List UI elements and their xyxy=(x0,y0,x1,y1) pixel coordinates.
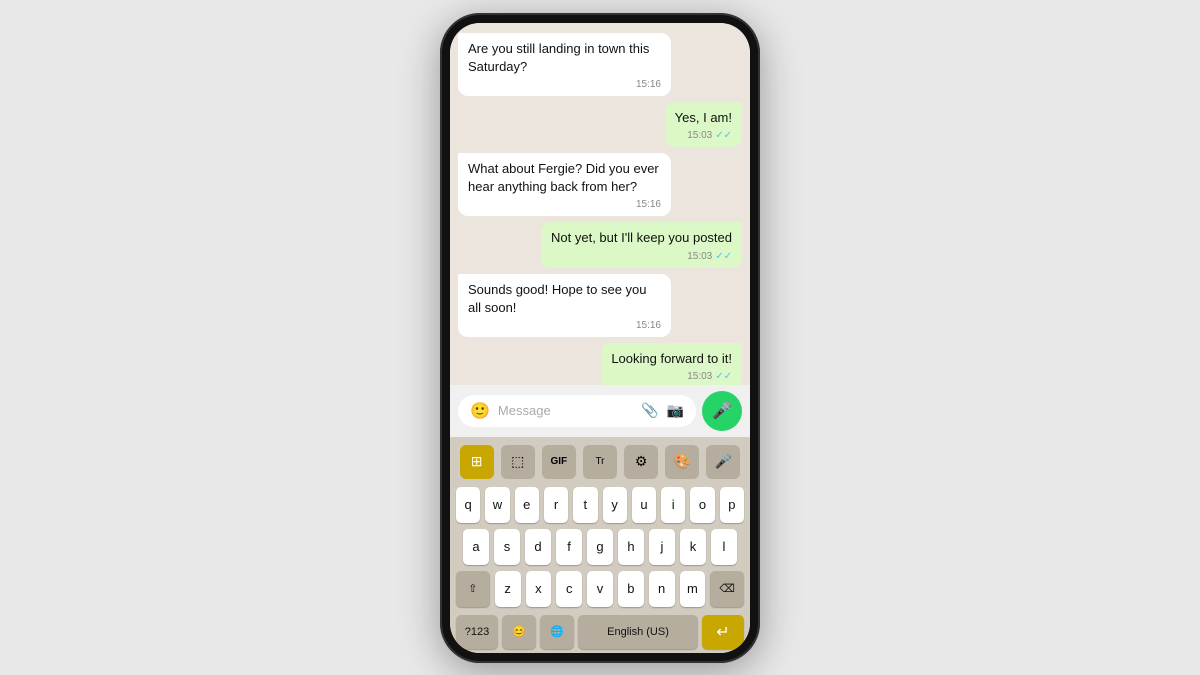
keyboard-key-v[interactable]: v xyxy=(587,571,613,607)
keyboard-space-btn[interactable]: English (US) xyxy=(578,615,698,649)
message-text-msg3: What about Fergie? Did you ever hear any… xyxy=(468,160,661,196)
emoji-icon[interactable]: 🙂 xyxy=(470,401,490,421)
keyboard-key-d[interactable]: d xyxy=(525,529,551,565)
message-bubble-msg1: Are you still landing in town this Satur… xyxy=(458,33,671,96)
keyboard-enter-btn[interactable]: ↵ xyxy=(702,615,744,649)
keyboard-key-o[interactable]: o xyxy=(690,487,714,523)
keyboard-key-i[interactable]: i xyxy=(661,487,685,523)
keyboard-voice-btn[interactable]: 🎤 xyxy=(706,445,740,479)
phone-screen: Are you still landing in town this Satur… xyxy=(450,23,750,653)
phone-frame: Are you still landing in town this Satur… xyxy=(440,13,760,663)
message-bubble-msg5: Sounds good! Hope to see you all soon! 15… xyxy=(458,274,671,337)
message-text-msg4: Not yet, but I'll keep you posted xyxy=(551,229,732,247)
keyboard-theme-btn[interactable]: 🎨 xyxy=(665,445,699,479)
message-bubble-msg6: Looking forward to it! 15:03✓✓ xyxy=(601,343,742,385)
input-bar: 🙂 Message 📎 📷 🎤 xyxy=(450,385,750,437)
message-time-msg1: 15:16 xyxy=(636,78,661,92)
keyboard-key-c[interactable]: c xyxy=(556,571,582,607)
keyboard-key-z[interactable]: z xyxy=(495,571,521,607)
keyboard-key-a[interactable]: a xyxy=(463,529,489,565)
keyboard-rows: qwertyuiop asdfghjkl ⇧zxcvbnm⌫ xyxy=(454,483,746,611)
message-ticks-msg4: ✓✓ xyxy=(715,250,732,264)
attachment-icon[interactable]: 📎 xyxy=(641,402,658,419)
keyboard-globe-btn[interactable]: 🌐 xyxy=(540,615,574,649)
key-row-1: qwertyuiop xyxy=(456,487,744,523)
keyboard-key-j[interactable]: j xyxy=(649,529,675,565)
key-row-2: asdfghjkl xyxy=(456,529,744,565)
message-text-msg5: Sounds good! Hope to see you all soon! xyxy=(468,281,661,317)
keyboard-sticker-btn[interactable]: ⬚ xyxy=(501,445,535,479)
keyboard-key-e[interactable]: e xyxy=(515,487,539,523)
keyboard-key-q[interactable]: q xyxy=(456,487,480,523)
keyboard-settings-btn[interactable]: ⚙ xyxy=(624,445,658,479)
keyboard-key-g[interactable]: g xyxy=(587,529,613,565)
keyboard-backspace-key[interactable]: ⌫ xyxy=(710,571,744,607)
message-placeholder: Message xyxy=(498,403,633,418)
message-input-container[interactable]: 🙂 Message 📎 📷 xyxy=(458,395,696,427)
message-text-msg1: Are you still landing in town this Satur… xyxy=(468,40,661,76)
camera-icon[interactable]: 📷 xyxy=(667,402,684,419)
keyboard-toolbar: ⊞ ⬚ GIF Tr ⚙ 🎨 🎤 xyxy=(454,441,746,483)
keyboard-key-f[interactable]: f xyxy=(556,529,582,565)
key-row-3: ⇧zxcvbnm⌫ xyxy=(456,571,744,607)
keyboard-key-t[interactable]: t xyxy=(573,487,597,523)
keyboard-key-h[interactable]: h xyxy=(618,529,644,565)
keyboard-bottom: ?123 😊 🌐 English (US) ↵ xyxy=(454,611,746,651)
keyboard-translate-btn[interactable]: Tr xyxy=(583,445,617,479)
message-ticks-msg2: ✓✓ xyxy=(715,129,732,143)
keyboard-key-b[interactable]: b xyxy=(618,571,644,607)
keyboard-key-l[interactable]: l xyxy=(711,529,737,565)
message-time-msg2: 15:03 xyxy=(687,129,712,143)
keyboard-key-p[interactable]: p xyxy=(720,487,744,523)
keyboard-gif-btn[interactable]: GIF xyxy=(542,445,576,479)
chat-area: Are you still landing in town this Satur… xyxy=(450,23,750,385)
message-ticks-msg6: ✓✓ xyxy=(715,370,732,384)
message-time-msg4: 15:03 xyxy=(687,250,712,264)
keyboard-key-x[interactable]: x xyxy=(526,571,552,607)
keyboard-num-btn[interactable]: ?123 xyxy=(456,615,498,649)
keyboard-key-u[interactable]: u xyxy=(632,487,656,523)
keyboard-key-k[interactable]: k xyxy=(680,529,706,565)
keyboard-key-s[interactable]: s xyxy=(494,529,520,565)
keyboard-grid-btn[interactable]: ⊞ xyxy=(460,445,494,479)
message-time-msg5: 15:16 xyxy=(636,319,661,333)
keyboard-emoji-btn[interactable]: 😊 xyxy=(502,615,536,649)
message-time-msg3: 15:16 xyxy=(636,198,661,212)
keyboard-key-w[interactable]: w xyxy=(485,487,509,523)
message-bubble-msg4: Not yet, but I'll keep you posted 15:03✓✓ xyxy=(541,222,742,267)
keyboard-key-y[interactable]: y xyxy=(603,487,627,523)
mic-button[interactable]: 🎤 xyxy=(702,391,742,431)
message-text-msg6: Looking forward to it! xyxy=(611,350,732,368)
keyboard-shift-key[interactable]: ⇧ xyxy=(456,571,490,607)
message-time-msg6: 15:03 xyxy=(687,370,712,384)
keyboard-key-n[interactable]: n xyxy=(649,571,675,607)
keyboard: ⊞ ⬚ GIF Tr ⚙ 🎨 🎤 qwertyuiop asdfghjkl ⇧z… xyxy=(450,437,750,653)
message-bubble-msg3: What about Fergie? Did you ever hear any… xyxy=(458,153,671,216)
keyboard-key-m[interactable]: m xyxy=(680,571,706,607)
message-bubble-msg2: Yes, I am! 15:03✓✓ xyxy=(665,102,742,147)
keyboard-key-r[interactable]: r xyxy=(544,487,568,523)
message-text-msg2: Yes, I am! xyxy=(675,109,732,127)
